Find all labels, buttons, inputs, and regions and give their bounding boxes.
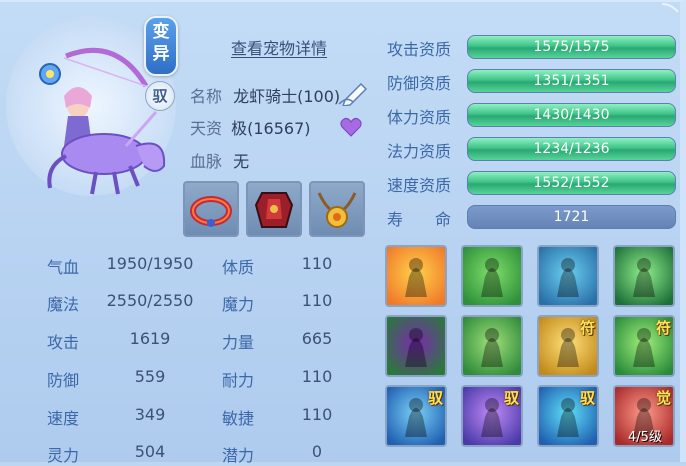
skill-flame-sword-icon[interactable]: [385, 245, 447, 307]
skill-water-ride-icon[interactable]: 驭: [385, 385, 447, 447]
stat-value: 110: [301, 291, 333, 310]
life-label: 寿 命: [387, 210, 452, 229]
skill-dash-icon[interactable]: 驭: [537, 385, 599, 447]
stat-value: 1950/1950: [106, 254, 194, 273]
skill-tag: 符: [655, 319, 671, 337]
stat-label: 速度: [47, 409, 80, 428]
stat-value: 110: [301, 367, 333, 386]
bloodline-value: 无: [233, 152, 250, 171]
armor-icon[interactable]: [246, 181, 302, 237]
aptitude-bar: 1575/1575: [467, 35, 676, 59]
stat-label: 体质: [222, 258, 255, 277]
skill-demon-wing-icon[interactable]: [385, 315, 447, 377]
skill-spirit-figure-icon[interactable]: [537, 245, 599, 307]
aptitude-value: 1575/1575: [533, 39, 610, 55]
name-label: 名称: [190, 87, 223, 106]
stat-label: 攻击: [47, 333, 80, 352]
heart-icon[interactable]: [340, 117, 362, 137]
skill-art: [463, 247, 521, 305]
edit-name-icon[interactable]: [337, 80, 369, 106]
name-value: 龙虾骑士(100): [233, 87, 341, 106]
skill-art: [539, 247, 597, 305]
corner-ornament-icon: [662, 3, 679, 13]
aptitude-label: 攻击资质: [387, 40, 452, 59]
stat-value: 110: [301, 254, 333, 273]
stat-label: 灵力: [47, 446, 80, 465]
stat-value: 110: [301, 405, 333, 424]
skill-tag: 驭: [427, 389, 443, 407]
stat-label: 耐力: [222, 371, 255, 390]
stat-label: 潜力: [222, 446, 255, 465]
stat-label: 魔力: [222, 295, 255, 314]
stat-value: 504: [134, 442, 166, 461]
aptitude-bar: 1351/1351: [467, 69, 676, 93]
skill-tag: 驭: [579, 389, 595, 407]
skill-strong-body-icon[interactable]: [461, 315, 523, 377]
bloodline-label: 血脉: [190, 152, 223, 171]
pet-name-row: 名称 龙虾骑士(100): [190, 83, 340, 107]
view-pet-details-link[interactable]: 查看宠物详情: [231, 35, 327, 59]
life-value: 1721: [553, 209, 590, 225]
stat-value: 1619: [129, 329, 171, 348]
stat-value: 559: [134, 367, 166, 386]
aptitude-label: 体力资质: [387, 108, 452, 127]
skill-art: [387, 247, 445, 305]
stat-value: 0: [311, 442, 323, 461]
stat-label: 力量: [222, 333, 255, 352]
collar-icon[interactable]: [183, 181, 239, 237]
skill-tag: 符: [579, 319, 595, 337]
skill-purple-claw-icon[interactable]: 驭: [461, 385, 523, 447]
skill-tag: 驭: [503, 389, 519, 407]
stat-label: 魔法: [47, 295, 80, 314]
stat-value: 2550/2550: [106, 291, 194, 310]
talent-label: 天资: [190, 119, 223, 138]
skill-art: [463, 317, 521, 375]
aptitude-label: 法力资质: [387, 142, 452, 161]
stat-value: 349: [134, 405, 166, 424]
talent-value: 极(16567): [231, 119, 311, 138]
aptitude-bar: 1430/1430: [467, 103, 676, 127]
stat-label: 敏捷: [222, 409, 255, 428]
stat-label: 气血: [47, 258, 80, 277]
skill-tag: 觉: [655, 389, 671, 407]
skill-awaken-icon[interactable]: 觉 4/5级: [613, 385, 675, 447]
stat-label: 防御: [47, 371, 80, 390]
ride-badge: 驭: [145, 81, 175, 111]
aptitude-bar: 1552/1552: [467, 171, 676, 195]
aptitude-label: 防御资质: [387, 74, 452, 93]
skill-art: [615, 247, 673, 305]
skill-shield-warrior-icon[interactable]: [613, 245, 675, 307]
amulet-icon[interactable]: [309, 181, 365, 237]
skill-art: [387, 317, 445, 375]
life-bar: 1721: [467, 205, 676, 229]
aptitude-label: 速度资质: [387, 176, 452, 195]
skill-green-fighter-icon[interactable]: 符: [613, 315, 675, 377]
skill-level: 4/5级: [628, 430, 662, 445]
aptitude-bar: 1234/1236: [467, 137, 676, 161]
aptitude-value: 1430/1430: [533, 107, 610, 123]
pet-bloodline-row: 血脉 无: [190, 148, 249, 172]
skill-talisman-icon[interactable]: 符: [537, 315, 599, 377]
stat-value: 665: [301, 329, 333, 348]
aptitude-value: 1351/1351: [533, 73, 610, 89]
aptitude-value: 1234/1236: [533, 141, 610, 157]
skill-green-golem-icon[interactable]: [461, 245, 523, 307]
variant-badge: 变异: [144, 16, 178, 76]
pet-panel: 变异 驭 查看宠物详情 名称 龙虾骑士(100) 天资 极(16567) 血脉 …: [0, 0, 686, 465]
aptitude-value: 1552/1552: [533, 175, 610, 191]
pet-talent-row: 天资 极(16567): [190, 115, 311, 139]
variant-badge-label: 变异: [152, 22, 170, 64]
